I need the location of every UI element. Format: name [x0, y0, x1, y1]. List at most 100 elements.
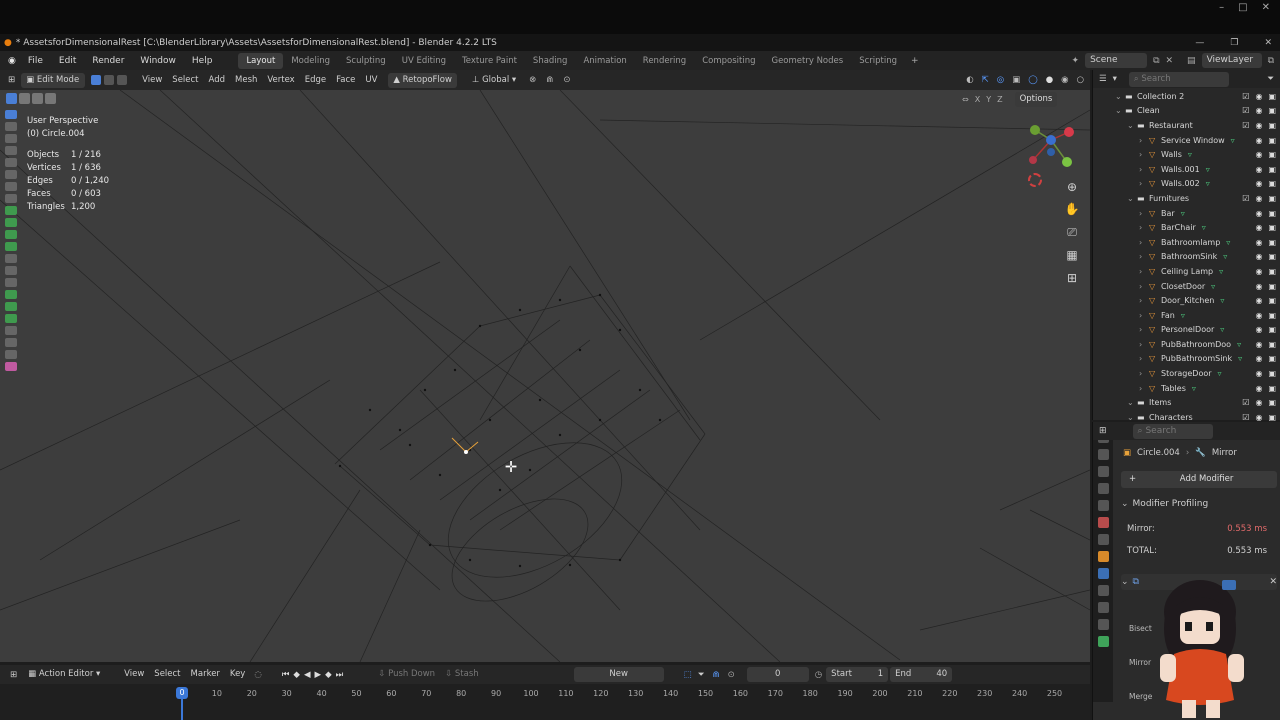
gizmo-z-neg[interactable]: [1047, 148, 1055, 156]
expand-arrow-icon[interactable]: ⌄: [1127, 194, 1137, 203]
move-tool[interactable]: [5, 134, 17, 143]
constraints-tab-icon[interactable]: [1097, 619, 1109, 630]
outliner-search[interactable]: ⌕ Search: [1128, 71, 1229, 87]
zoom-icon[interactable]: ⊕: [1064, 180, 1080, 196]
eye-icon[interactable]: ◉: [1255, 238, 1262, 247]
shrink-fatten-tool[interactable]: [5, 326, 17, 335]
outliner-item[interactable]: › ▽ Fan ▿ ◉ ▣: [1093, 308, 1280, 323]
outliner-editor-icon[interactable]: ☰: [1099, 74, 1107, 84]
knife-tool[interactable]: [5, 266, 17, 275]
outliner-item[interactable]: › ▽ Bar ▿ ◉ ▣: [1093, 206, 1280, 221]
expand-arrow-icon[interactable]: ›: [1139, 282, 1149, 291]
gizmo-x-neg[interactable]: [1029, 156, 1037, 164]
orientation-dropdown[interactable]: ⊥ Global ▾: [467, 73, 521, 88]
viewport-menu-view[interactable]: View: [137, 73, 167, 88]
push-down-button[interactable]: ⇩ Push Down: [373, 667, 440, 682]
shear-tool[interactable]: [5, 338, 17, 347]
inset-tool[interactable]: [5, 230, 17, 239]
render-camera-icon[interactable]: ▣: [1268, 369, 1276, 378]
mode-dropdown[interactable]: ▣ Edit Mode: [21, 72, 86, 88]
exclude-checkbox-icon[interactable]: ☑: [1242, 92, 1249, 101]
action-menu-select[interactable]: Select: [149, 667, 185, 682]
outliner-item[interactable]: ⌄ ▬ Furnitures ☑ ◉ ▣: [1093, 191, 1280, 206]
poly-build-tool[interactable]: [5, 278, 17, 287]
select-invert-button[interactable]: [45, 93, 56, 104]
properties-editor-icon[interactable]: ⊞: [1099, 426, 1107, 436]
render-camera-icon[interactable]: ▣: [1268, 150, 1276, 159]
cursor-tool[interactable]: [5, 122, 17, 131]
eye-icon[interactable]: ◉: [1255, 413, 1262, 422]
gizmo-y-neg[interactable]: [1030, 125, 1040, 135]
add-cube-tool[interactable]: [5, 206, 17, 215]
tab-sculpting[interactable]: Sculpting: [338, 53, 394, 69]
viewport-menu-uv[interactable]: UV: [360, 73, 382, 88]
tab-compositing[interactable]: Compositing: [694, 53, 763, 69]
render-camera-icon[interactable]: ▣: [1268, 106, 1276, 115]
eye-icon[interactable]: ◉: [1255, 354, 1262, 363]
smooth-tool[interactable]: [5, 302, 17, 311]
render-camera-icon[interactable]: ▣: [1268, 209, 1276, 218]
eye-icon[interactable]: ◉: [1255, 311, 1262, 320]
eye-icon[interactable]: ◉: [1255, 398, 1262, 407]
expand-arrow-icon[interactable]: ⌄: [1127, 121, 1137, 130]
perspective-toggle-icon[interactable]: ▦: [1064, 248, 1080, 264]
overlay-toggle-icon[interactable]: ◎: [997, 75, 1004, 85]
render-camera-icon[interactable]: ▣: [1268, 354, 1276, 363]
outliner-item[interactable]: › ▽ Service Window ▿ ◉ ▣: [1093, 133, 1280, 148]
viewport-menu-face[interactable]: Face: [331, 73, 360, 88]
local-view-icon[interactable]: ⊞: [1064, 271, 1080, 287]
data-tab-icon[interactable]: [1097, 636, 1109, 647]
wireframe-shading-icon[interactable]: ◯: [1028, 75, 1038, 85]
tab-animation[interactable]: Animation: [575, 53, 634, 69]
outliner-item[interactable]: › ▽ Walls ▿ ◉ ▣: [1093, 147, 1280, 162]
select-new-button[interactable]: [6, 93, 17, 104]
exclude-checkbox-icon[interactable]: ☑: [1242, 413, 1249, 422]
only-selected-icon[interactable]: ◌: [254, 670, 261, 680]
timeline-editor-icon[interactable]: ⊞: [10, 670, 17, 680]
expand-arrow-icon[interactable]: ›: [1139, 252, 1149, 261]
eye-icon[interactable]: ◉: [1255, 325, 1262, 334]
expand-arrow-icon[interactable]: ›: [1139, 311, 1149, 320]
mirror-axis-icon[interactable]: ⇔: [962, 95, 969, 104]
eye-icon[interactable]: ◉: [1255, 165, 1262, 174]
expand-arrow-icon[interactable]: ›: [1139, 136, 1149, 145]
expand-arrow-icon[interactable]: ›: [1139, 209, 1149, 218]
playhead[interactable]: 0: [176, 687, 188, 699]
render-camera-icon[interactable]: ▣: [1268, 340, 1276, 349]
expand-arrow-icon[interactable]: ›: [1139, 340, 1149, 349]
menu-window[interactable]: Window: [132, 56, 184, 66]
tab-texture-paint[interactable]: Texture Paint: [454, 53, 525, 69]
edge-slide-tool[interactable]: [5, 314, 17, 323]
filter-selected-icon[interactable]: ⬚: [684, 670, 692, 680]
tab-geometry-nodes[interactable]: Geometry Nodes: [763, 53, 851, 69]
action-menu-key[interactable]: Key: [225, 667, 250, 682]
maximize-icon[interactable]: □: [1238, 2, 1247, 16]
proportional-edit-icon[interactable]: ⊙: [728, 670, 735, 680]
eye-icon[interactable]: ◉: [1255, 194, 1262, 203]
render-camera-icon[interactable]: ▣: [1268, 252, 1276, 261]
edge-select-button[interactable]: [104, 75, 115, 85]
close-button[interactable]: ✕: [1264, 38, 1272, 48]
profiling-panel-header[interactable]: ⌄ Modifier Profiling: [1121, 496, 1277, 512]
tab-uv-editing[interactable]: UV Editing: [394, 53, 454, 69]
play-icon[interactable]: ▶: [315, 670, 322, 680]
expand-arrow-icon[interactable]: ›: [1139, 354, 1149, 363]
visibility-icon[interactable]: ◐: [966, 75, 973, 85]
vertex-select-button[interactable]: [91, 75, 102, 85]
render-camera-icon[interactable]: ▣: [1268, 311, 1276, 320]
render-camera-icon[interactable]: ▣: [1268, 223, 1276, 232]
expand-arrow-icon[interactable]: ›: [1139, 384, 1149, 393]
display-mode-icon[interactable]: ▾: [1113, 74, 1117, 84]
view-layer-tab-icon[interactable]: [1097, 483, 1109, 494]
eye-icon[interactable]: ◉: [1255, 384, 1262, 393]
render-camera-icon[interactable]: ▣: [1268, 384, 1276, 393]
gizmo-toggle-icon[interactable]: ⇱: [982, 75, 989, 85]
delete-scene-icon[interactable]: ✕: [1166, 56, 1174, 66]
exclude-checkbox-icon[interactable]: ☑: [1242, 194, 1249, 203]
viewport-menu-edge[interactable]: Edge: [300, 73, 331, 88]
eye-icon[interactable]: ◉: [1255, 267, 1262, 276]
jump-end-icon[interactable]: ⏭: [336, 670, 344, 680]
world-tab-icon[interactable]: [1097, 517, 1109, 528]
viewport-menu-select[interactable]: Select: [167, 73, 203, 88]
render-camera-icon[interactable]: ▣: [1268, 282, 1276, 291]
